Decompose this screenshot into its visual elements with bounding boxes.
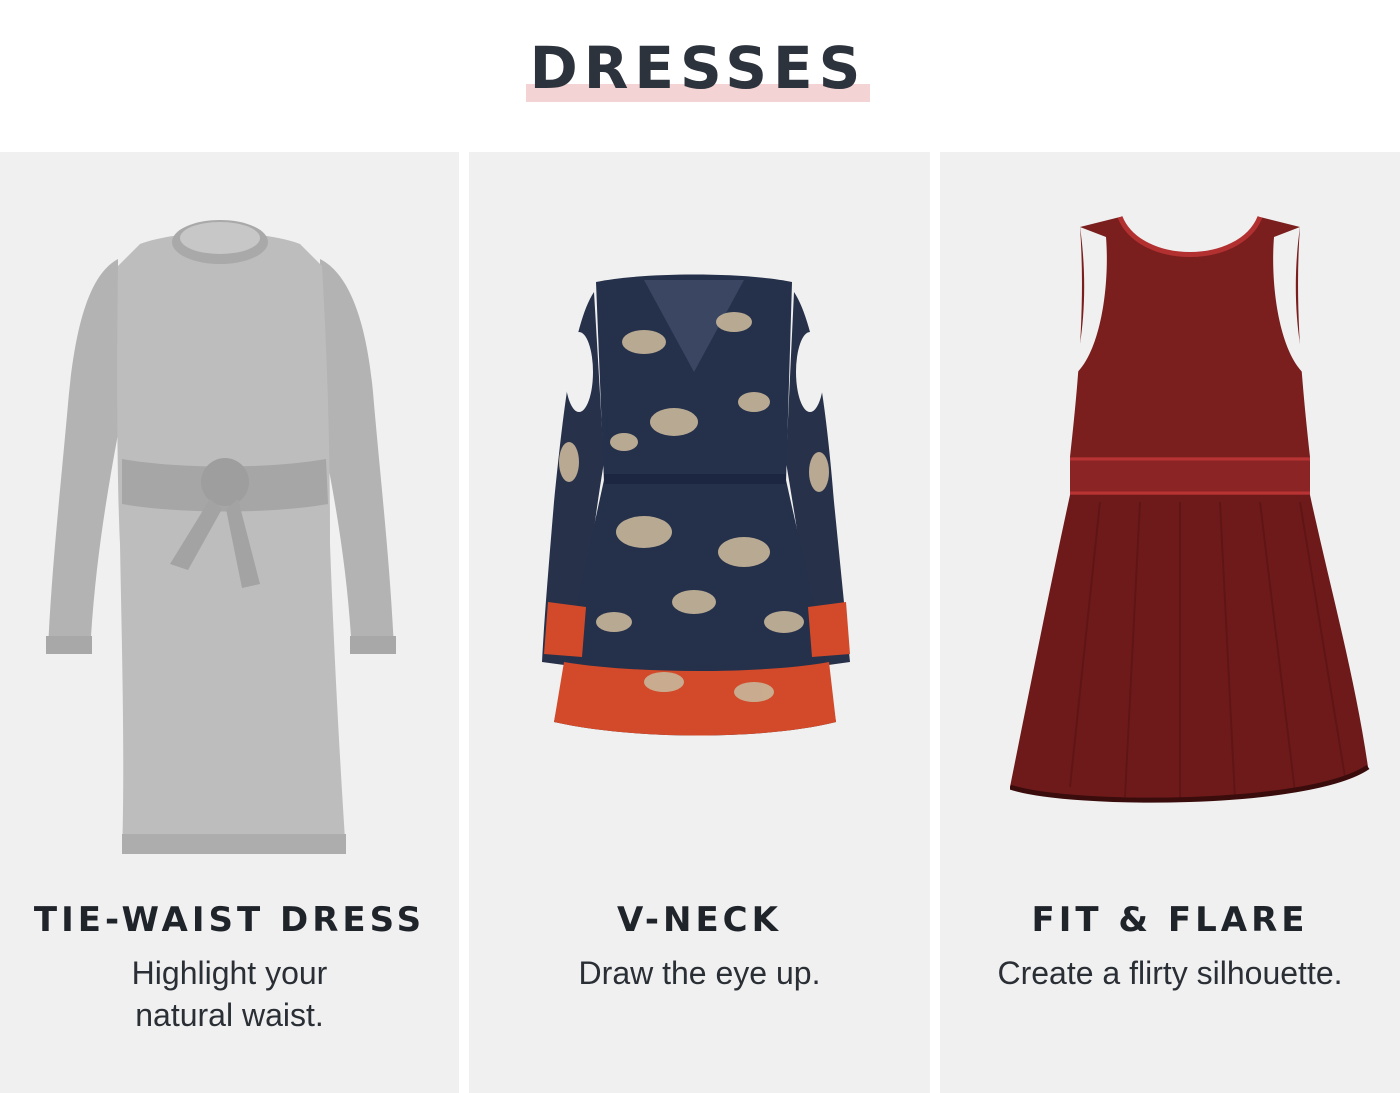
product-description: Draw the eye up. — [469, 952, 930, 994]
product-card-tie-waist[interactable]: TIE-WAIST DRESS Highlight your natural w… — [0, 152, 459, 1093]
navy-floral-cold-shoulder-dress-image — [542, 274, 850, 736]
gray-tie-waist-sweater-dress-image — [46, 220, 396, 854]
description-line: natural waist. — [135, 997, 324, 1033]
page-header: DRESSES — [0, 0, 1400, 152]
product-name: FIT & FLARE — [1031, 900, 1309, 940]
title-block: DRESSES — [526, 28, 870, 108]
product-description: Highlight your natural waist. — [0, 952, 459, 1036]
page-title: DRESSES — [529, 34, 867, 102]
column-divider — [930, 152, 940, 1093]
product-name: V-NECK — [617, 900, 782, 940]
product-card-fit-and-flare[interactable]: FIT & FLARE Create a flirty silhouette. — [940, 152, 1400, 1093]
description-line: Create a flirty silhouette. — [997, 955, 1343, 991]
column-divider — [459, 152, 469, 1093]
description-line: Draw the eye up. — [578, 955, 821, 991]
product-name: TIE-WAIST DRESS — [33, 900, 426, 940]
product-card-v-neck[interactable]: V-NECK Draw the eye up. — [469, 152, 930, 1093]
description-line: Highlight your — [131, 955, 328, 991]
product-description: Create a flirty silhouette. — [940, 952, 1400, 994]
burgundy-knit-fit-and-flare-dress-image — [1010, 215, 1370, 803]
